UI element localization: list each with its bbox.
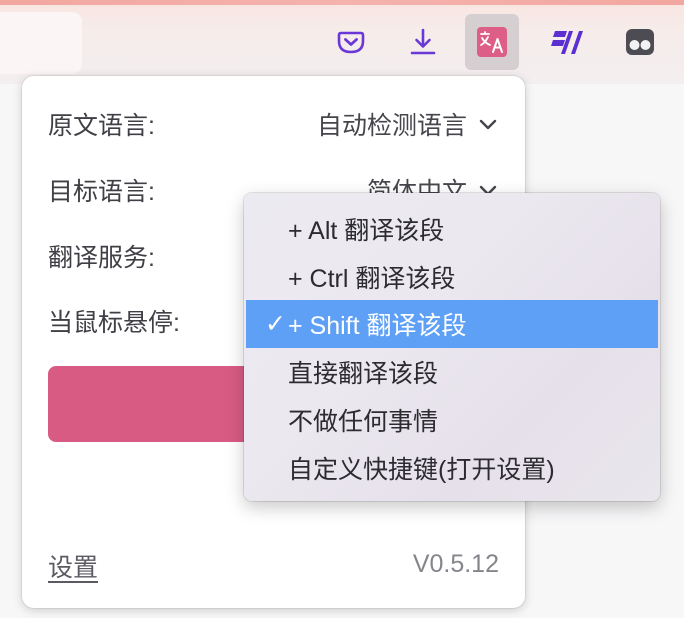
checkmark-icon: ✓	[265, 310, 286, 338]
extension-masks-icon[interactable]	[613, 14, 667, 70]
extension-icon[interactable]	[541, 14, 595, 70]
browser-toolbar	[0, 0, 684, 84]
menu-option-label: 直接翻译该段	[288, 360, 439, 388]
download-icon[interactable]	[396, 14, 450, 70]
hover-action-dropdown: + Alt 翻译该段 + Ctrl 翻译该段 ✓ + Shift 翻译该段 直接…	[244, 193, 660, 501]
chevron-down-icon	[479, 119, 497, 130]
menu-option-label: + Ctrl 翻译该段	[288, 265, 456, 293]
version-label: V0.5.12	[412, 550, 499, 578]
translate-service-label: 翻译服务:	[48, 244, 155, 272]
target-language-label: 目标语言:	[48, 178, 155, 206]
source-language-value: 自动检测语言	[316, 112, 467, 140]
menu-option-label: + Alt 翻译该段	[288, 217, 445, 245]
source-language-label: 原文语言:	[48, 112, 155, 140]
menu-option-label: 不做任何事情	[288, 408, 439, 436]
menu-option-direct[interactable]: 直接翻译该段	[246, 348, 658, 396]
settings-link[interactable]: 设置	[48, 548, 98, 584]
menu-option-ctrl[interactable]: + Ctrl 翻译该段	[246, 253, 658, 301]
source-language-select[interactable]: 自动检测语言	[317, 106, 499, 142]
menu-option-shift[interactable]: ✓ + Shift 翻译该段	[246, 300, 658, 348]
translate-extension-icon[interactable]	[465, 14, 519, 70]
source-language-row: 原文语言: 自动检测语言	[48, 104, 499, 144]
url-bar[interactable]	[0, 12, 82, 74]
menu-option-nothing[interactable]: 不做任何事情	[246, 396, 658, 444]
hover-action-label: 当鼠标悬停:	[48, 309, 180, 337]
menu-option-label: + Shift 翻译该段	[288, 312, 467, 340]
toolbar-accent-line	[0, 0, 684, 5]
menu-option-alt[interactable]: + Alt 翻译该段	[246, 205, 658, 253]
pocket-icon[interactable]	[324, 14, 378, 70]
menu-option-label: 自定义快捷键(打开设置)	[288, 456, 555, 484]
menu-option-custom-shortcut[interactable]: 自定义快捷键(打开设置)	[246, 444, 658, 492]
